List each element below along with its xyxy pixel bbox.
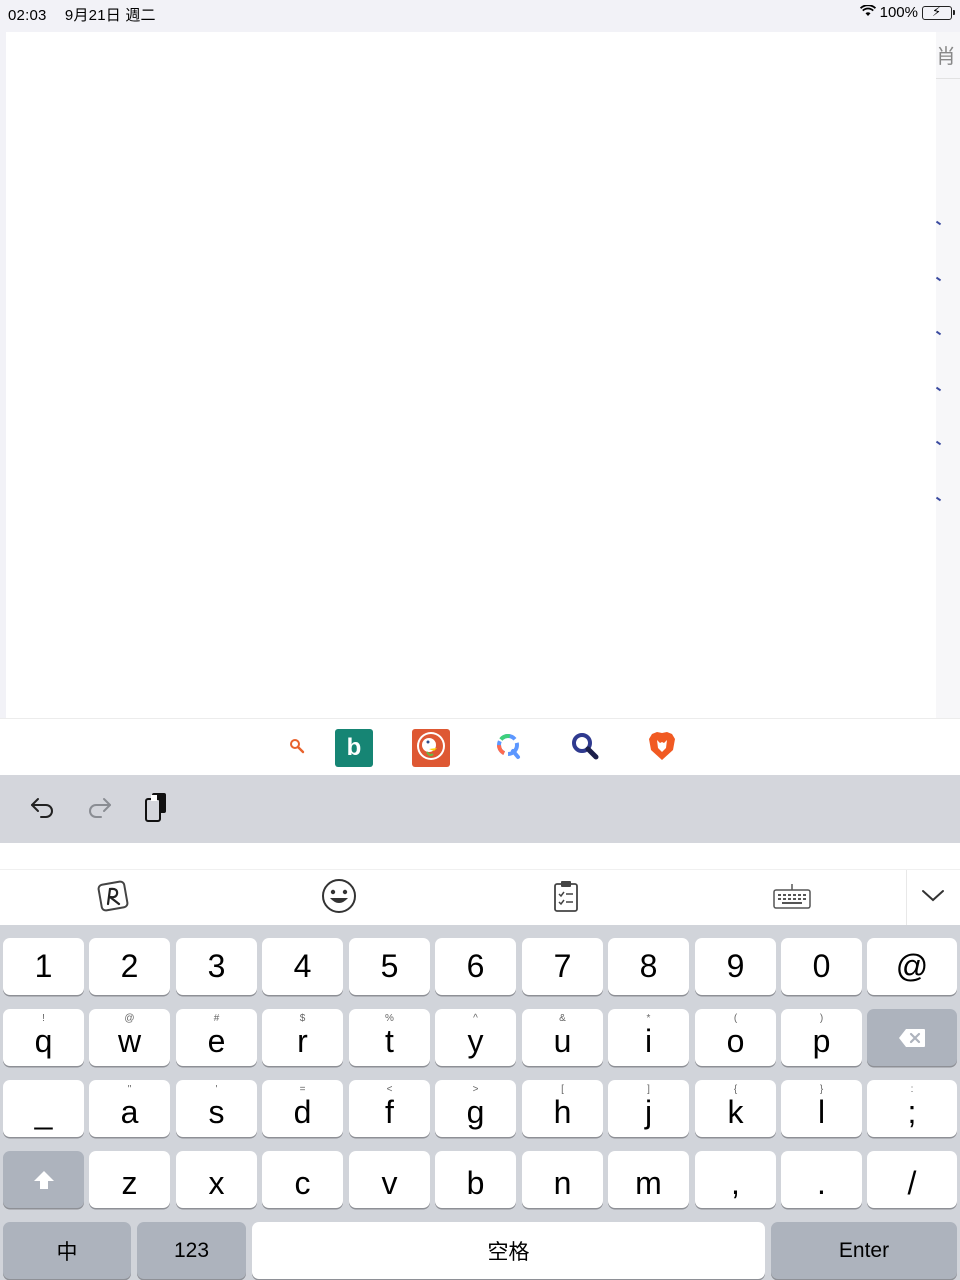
key-w[interactable]: @ w <box>89 1009 170 1066</box>
search-engine-brave[interactable] <box>643 729 681 767</box>
side-marker <box>935 440 942 446</box>
search-engine-bar: b <box>0 718 960 775</box>
bing-icon: b <box>346 734 362 761</box>
emoji-icon <box>321 878 357 919</box>
undo-button[interactable] <box>25 791 61 827</box>
side-hint: 肖 <box>936 46 956 68</box>
collapse-keyboard-button[interactable] <box>913 878 953 918</box>
key-9[interactable]: 9 <box>695 938 776 995</box>
key-i[interactable]: * i <box>608 1009 689 1066</box>
undo-icon <box>29 795 57 824</box>
side-panel: 肖 <box>935 32 960 718</box>
search-engine-alt[interactable] <box>566 729 604 767</box>
battery-percent: 100% <box>879 4 918 21</box>
key-r[interactable]: $ r <box>262 1009 343 1066</box>
key-d[interactable]: = d <box>262 1080 343 1137</box>
key-0[interactable]: 0 <box>781 938 862 995</box>
keyboard-switch-button[interactable] <box>772 878 812 918</box>
backspace-key[interactable] <box>867 1009 957 1066</box>
paste-button[interactable] <box>138 791 174 827</box>
key-t[interactable]: % t <box>349 1009 430 1066</box>
key-h[interactable]: [h <box>522 1080 603 1137</box>
key-at[interactable]: @ <box>867 938 957 995</box>
clipboard-icon <box>552 879 580 918</box>
key-7[interactable]: 7 <box>522 938 603 995</box>
key-2[interactable]: 2 <box>89 938 170 995</box>
key-slash[interactable]: / <box>867 1151 957 1208</box>
brave-lion-icon <box>647 730 677 767</box>
key-a[interactable]: " a <box>89 1080 170 1137</box>
clipboard-button[interactable] <box>546 878 586 918</box>
status-time: 02:03 <box>8 7 47 24</box>
battery-icon: ⚡ <box>922 4 955 20</box>
key-f[interactable]: < f <box>349 1080 430 1137</box>
key-comma[interactable]: , <box>695 1151 776 1208</box>
key-3[interactable]: 3 <box>176 938 257 995</box>
key-5[interactable]: 5 <box>349 938 430 995</box>
key-u[interactable]: & u <box>522 1009 603 1066</box>
key-underscore[interactable]: _ <box>3 1080 84 1137</box>
key-g[interactable]: > g <box>435 1080 516 1137</box>
search-engine-qwant[interactable] <box>489 729 527 767</box>
chinese-mode-key[interactable]: 中 <box>3 1222 131 1279</box>
key-1[interactable]: 1 <box>3 938 84 995</box>
handwriting-icon <box>96 880 130 917</box>
key-j[interactable]: ] j <box>608 1080 689 1137</box>
status-bar: 02:03 9月21日 週二 100% ⚡ <box>0 0 960 26</box>
key-semicolon[interactable]: :; <box>867 1080 957 1137</box>
search-engine-bing[interactable]: b <box>335 729 373 767</box>
shift-key[interactable] <box>3 1151 84 1208</box>
backspace-icon <box>898 1019 926 1056</box>
keyboard-tool-row <box>0 869 960 926</box>
side-marker <box>935 496 942 502</box>
status-date: 9月21日 週二 <box>64 7 156 24</box>
duckduckgo-icon <box>415 730 447 767</box>
key-6[interactable]: 6 <box>435 938 516 995</box>
side-marker <box>935 386 942 392</box>
emoji-button[interactable] <box>319 878 359 918</box>
search-engine-duckduckgo[interactable] <box>412 729 450 767</box>
numbers-key[interactable]: 123 <box>137 1222 246 1279</box>
key-x[interactable]: x <box>176 1151 257 1208</box>
enter-key[interactable]: Enter <box>771 1222 957 1279</box>
key-l[interactable]: } l <box>781 1080 862 1137</box>
key-z[interactable]: z <box>89 1151 170 1208</box>
space-key[interactable]: 空格 <box>252 1222 765 1279</box>
keyboard-icon <box>772 882 812 915</box>
magnifier-icon <box>569 730 601 767</box>
handwriting-button[interactable] <box>93 878 133 918</box>
key-q[interactable]: ! q <box>3 1009 84 1066</box>
web-content[interactable] <box>6 32 936 718</box>
redo-button[interactable] <box>81 791 117 827</box>
edit-toolbar <box>0 775 960 843</box>
key-c[interactable]: c <box>262 1151 343 1208</box>
side-marker <box>935 276 942 282</box>
side-marker <box>935 220 942 226</box>
key-k[interactable]: {k <box>695 1080 776 1137</box>
qwant-icon <box>493 731 523 766</box>
key-b[interactable]: b <box>435 1151 516 1208</box>
redo-icon <box>85 795 113 824</box>
key-o[interactable]: (o <box>695 1009 776 1066</box>
key-v[interactable]: v <box>349 1151 430 1208</box>
key-m[interactable]: m <box>608 1151 689 1208</box>
key-4[interactable]: 4 <box>262 938 343 995</box>
key-e[interactable]: # e <box>176 1009 257 1066</box>
wifi-icon <box>859 4 876 21</box>
search-icon <box>289 738 305 759</box>
key-n[interactable]: n <box>522 1151 603 1208</box>
chevron-down-icon <box>921 889 945 908</box>
side-marker <box>935 330 942 336</box>
key-period[interactable]: . <box>781 1151 862 1208</box>
key-8[interactable]: 8 <box>608 938 689 995</box>
search-engine-default[interactable] <box>278 729 316 767</box>
keyboard: 1 2 3 4 5 6 7 8 9 0 @ ! q @ w # e $ r % t ^ y … <box>0 925 960 1280</box>
paste-icon <box>142 791 170 828</box>
shift-icon <box>33 1161 55 1198</box>
key-p[interactable]: ) p <box>781 1009 862 1066</box>
key-y[interactable]: ^ y <box>435 1009 516 1066</box>
key-s[interactable]: ' s <box>176 1080 257 1137</box>
